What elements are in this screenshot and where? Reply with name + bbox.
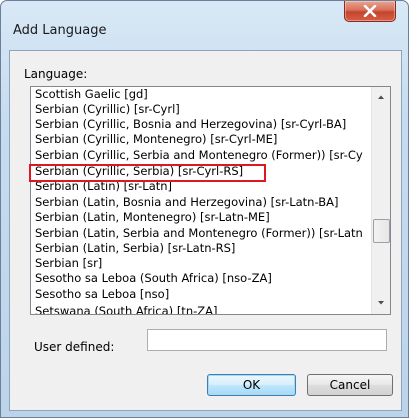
user-defined-input[interactable] — [147, 329, 387, 351]
language-list: Scottish Gaelic [gd] Serbian (Cyrillic) … — [31, 87, 371, 314]
list-item[interactable]: Serbian (Cyrillic) [sr-Cyrl] — [35, 101, 180, 117]
list-item[interactable]: Sesotho sa Leboa (South Africa) [nso-ZA] — [35, 270, 272, 286]
list-item[interactable]: Serbian (Cyrillic, Serbia and Montenegro… — [35, 147, 363, 163]
list-item[interactable]: Serbian (Cyrillic, Montenegro) [sr-Cyrl-… — [35, 131, 277, 147]
list-item[interactable]: Serbian (Latin, Serbia and Montenegro (F… — [35, 225, 363, 241]
list-item[interactable]: Serbian [sr] — [35, 255, 102, 271]
list-item[interactable]: Serbian (Cyrillic, Bosnia and Herzegovin… — [35, 116, 346, 132]
list-item-highlighted[interactable]: Serbian (Cyrillic, Serbia) [sr-Cyrl-RS] — [35, 163, 243, 179]
list-item[interactable]: Serbian (Latin, Bosnia and Herzegovina) … — [35, 194, 338, 210]
list-item[interactable]: Setswana (South Africa) [tn-ZA] — [35, 303, 218, 314]
scroll-thumb[interactable] — [373, 219, 390, 243]
close-icon — [363, 5, 377, 17]
scroll-down-arrow-icon[interactable] — [375, 297, 387, 309]
title-bar[interactable]: Add Language — [1, 1, 408, 41]
ok-button[interactable]: OK — [207, 374, 296, 396]
list-item[interactable]: Serbian (Latin) [sr-Latn] — [35, 178, 172, 194]
user-defined-label: User defined: — [34, 340, 115, 354]
scroll-up-arrow-icon[interactable] — [375, 91, 387, 103]
window-title: Add Language — [13, 23, 107, 38]
language-listbox[interactable]: Scottish Gaelic [gd] Serbian (Cyrillic) … — [30, 86, 391, 315]
close-button[interactable] — [344, 1, 396, 22]
vertical-scrollbar[interactable] — [371, 87, 390, 314]
list-item[interactable]: Serbian (Latin, Montenegro) [sr-Latn-ME] — [35, 209, 270, 225]
list-item[interactable]: Scottish Gaelic [gd] — [35, 87, 148, 102]
cancel-button[interactable]: Cancel — [307, 374, 393, 396]
list-item[interactable]: Sesotho sa Leboa [nso] — [35, 286, 169, 302]
language-label: Language: — [24, 67, 88, 81]
list-item[interactable]: Serbian (Latin, Serbia) [sr-Latn-RS] — [35, 240, 235, 256]
